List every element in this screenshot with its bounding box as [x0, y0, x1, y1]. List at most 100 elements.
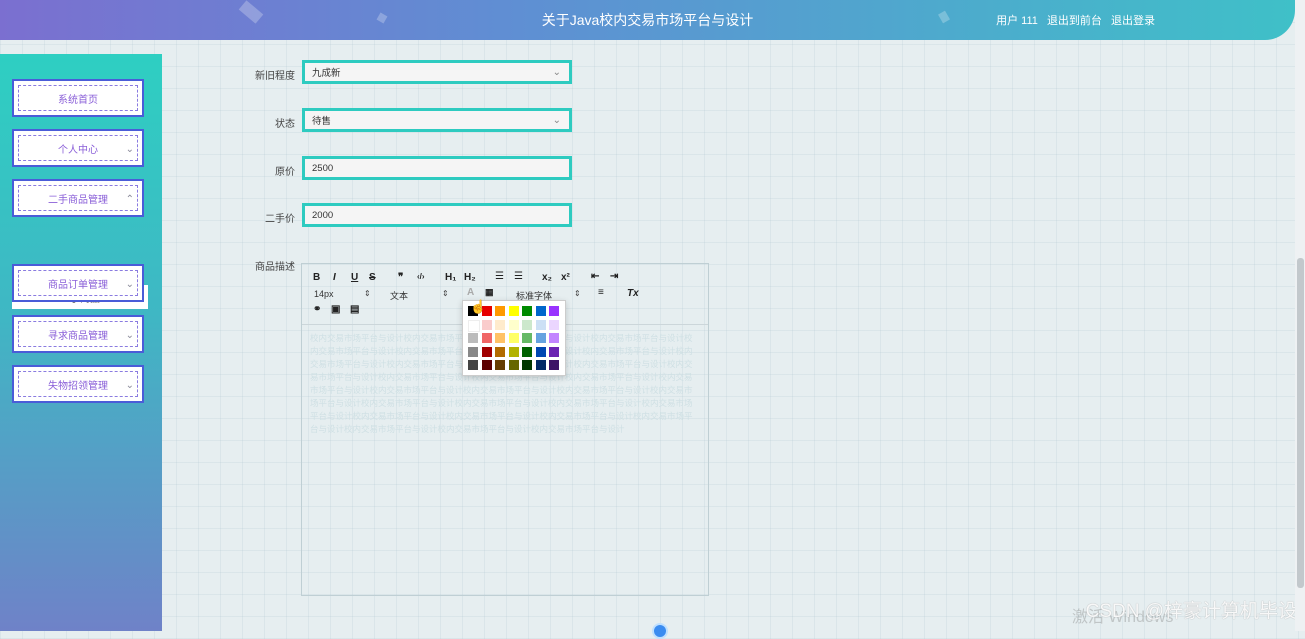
chevron-down-icon: ⌄	[125, 144, 134, 155]
superscript-button[interactable]: x²	[561, 272, 570, 283]
color-swatch[interactable]	[481, 333, 492, 343]
strike-button[interactable]: S	[369, 272, 376, 283]
logout-link[interactable]: 退出登录	[1111, 15, 1155, 27]
font-size-select[interactable]: 14px ⇕	[314, 289, 374, 299]
video-icon[interactable]: ▤	[350, 304, 359, 315]
bullet-list-icon[interactable]: ☰	[514, 271, 523, 282]
color-swatch[interactable]	[522, 306, 532, 316]
color-swatch[interactable]	[535, 360, 546, 370]
sidebar-item-profile[interactable]: 个人中心 ⌄	[12, 129, 144, 167]
color-swatch[interactable]	[495, 346, 505, 357]
chevron-up-icon: ⌃	[125, 194, 134, 205]
select-arrows-icon: ⇕	[364, 289, 371, 298]
watermark: CSDN @梓豪计算机毕设	[1085, 601, 1297, 622]
color-swatch[interactable]	[522, 319, 532, 330]
back-to-front-link[interactable]: 退出到前台	[1047, 15, 1102, 27]
color-swatch[interactable]	[495, 333, 505, 343]
sidebar-item-label: 失物招领管理	[48, 380, 108, 392]
username: 用户 111	[996, 15, 1038, 27]
sidebar-item-goods[interactable]: 二手商品管理 ⌃	[12, 179, 144, 217]
color-swatch[interactable]	[495, 306, 505, 316]
condition-select[interactable]: 九成新 ⌄	[302, 60, 572, 84]
color-swatch[interactable]	[549, 319, 559, 330]
scroll-indicator	[652, 623, 668, 639]
second-price-label: 二手价	[265, 214, 295, 225]
sidebar-item-label: 商品订单管理	[48, 279, 108, 291]
sidebar-item-orders[interactable]: 商品订单管理 ⌄	[12, 264, 144, 302]
underline-button[interactable]: U	[351, 272, 358, 283]
sidebar-item-label: 二手商品管理	[48, 194, 108, 206]
indent-icon[interactable]: ⇥	[610, 271, 618, 282]
second-price-field[interactable]	[302, 203, 572, 227]
color-swatch[interactable]	[549, 306, 559, 316]
top-header: 关于Java校内交易市场平台与设计 用户 111 退出到前台 退出登录	[0, 0, 1295, 40]
page-scrollbar[interactable]	[1295, 0, 1305, 631]
italic-button[interactable]: I	[333, 272, 336, 283]
color-swatch[interactable]	[549, 360, 559, 370]
second-price-input[interactable]	[312, 209, 552, 221]
color-swatch[interactable]	[508, 333, 519, 343]
original-price-input[interactable]	[312, 162, 552, 174]
sidebar-item-label: 个人中心	[58, 144, 98, 156]
color-swatch[interactable]	[481, 360, 492, 370]
original-price-label: 原价	[275, 167, 295, 178]
color-swatch[interactable]	[535, 346, 546, 357]
color-swatch[interactable]	[495, 319, 505, 330]
status-select[interactable]: 待售 ⌄	[302, 108, 572, 132]
chevron-down-icon: ⌄	[125, 330, 134, 341]
status-value: 待售	[312, 116, 332, 127]
chevron-down-icon: ⌄	[552, 115, 561, 126]
bold-button[interactable]: B	[313, 272, 320, 283]
color-swatch[interactable]	[468, 333, 478, 343]
color-swatch[interactable]	[508, 360, 519, 370]
link-icon[interactable]: ⚭	[313, 304, 321, 315]
select-arrows-icon: ⇕	[574, 289, 581, 298]
color-swatch[interactable]	[468, 319, 480, 332]
chevron-down-icon: ⌄	[125, 279, 134, 290]
font-size-value: 14px	[314, 289, 334, 299]
clean-format-icon[interactable]: Tx	[627, 288, 639, 299]
color-swatch[interactable]	[522, 346, 532, 357]
status-label: 状态	[275, 119, 295, 130]
color-swatch[interactable]	[468, 346, 478, 357]
color-swatch[interactable]	[508, 319, 519, 330]
user-area: 用户 111 退出到前台 退出登录	[996, 12, 1155, 28]
original-price-field[interactable]	[302, 156, 572, 180]
color-swatch[interactable]	[522, 333, 532, 343]
color-swatch[interactable]	[535, 319, 546, 330]
header-select-value: 文本	[390, 291, 409, 301]
color-swatch[interactable]	[549, 346, 559, 357]
image-icon[interactable]: ▣	[331, 304, 340, 315]
color-swatch[interactable]	[481, 319, 492, 330]
sidebar-item-lost-found[interactable]: 失物招领管理 ⌄	[12, 365, 144, 403]
color-swatch[interactable]	[495, 360, 505, 370]
chevron-down-icon: ⌄	[552, 67, 561, 78]
ordered-list-icon[interactable]: ☰	[495, 271, 504, 282]
color-swatch[interactable]	[522, 360, 532, 370]
outdent-icon[interactable]: ⇤	[591, 271, 599, 282]
scrollbar-thumb[interactable]	[1297, 258, 1304, 588]
align-icon[interactable]: ≡	[598, 287, 604, 298]
condition-value: 九成新	[312, 68, 341, 79]
font-color-icon[interactable]: A	[467, 287, 474, 298]
sidebar-item-home[interactable]: 系统首页	[12, 79, 144, 117]
header-select[interactable]: 文本 ⇕	[390, 289, 450, 302]
chevron-down-icon: ⌄	[125, 380, 134, 391]
blockquote-icon[interactable]: ❞	[398, 272, 403, 283]
color-swatch[interactable]	[549, 333, 559, 343]
color-swatch[interactable]	[508, 306, 519, 316]
header1-button[interactable]: H₁	[445, 272, 456, 283]
select-arrows-icon: ⇕	[442, 289, 449, 298]
subscript-button[interactable]: x₂	[542, 272, 552, 283]
code-block-icon[interactable]: ‹/›	[417, 272, 425, 281]
sidebar-item-label: 系统首页	[58, 94, 98, 106]
color-swatch[interactable]	[508, 346, 519, 357]
color-swatch[interactable]	[468, 360, 478, 370]
header2-button[interactable]: H₂	[464, 272, 476, 283]
sidebar-item-requests[interactable]: 寻求商品管理 ⌄	[12, 315, 144, 353]
color-swatch[interactable]	[481, 346, 492, 357]
sidebar-item-label: 寻求商品管理	[48, 330, 108, 342]
color-swatch[interactable]	[535, 333, 546, 343]
background-color-icon[interactable]: ▦	[485, 287, 494, 298]
color-swatch[interactable]	[535, 306, 546, 316]
